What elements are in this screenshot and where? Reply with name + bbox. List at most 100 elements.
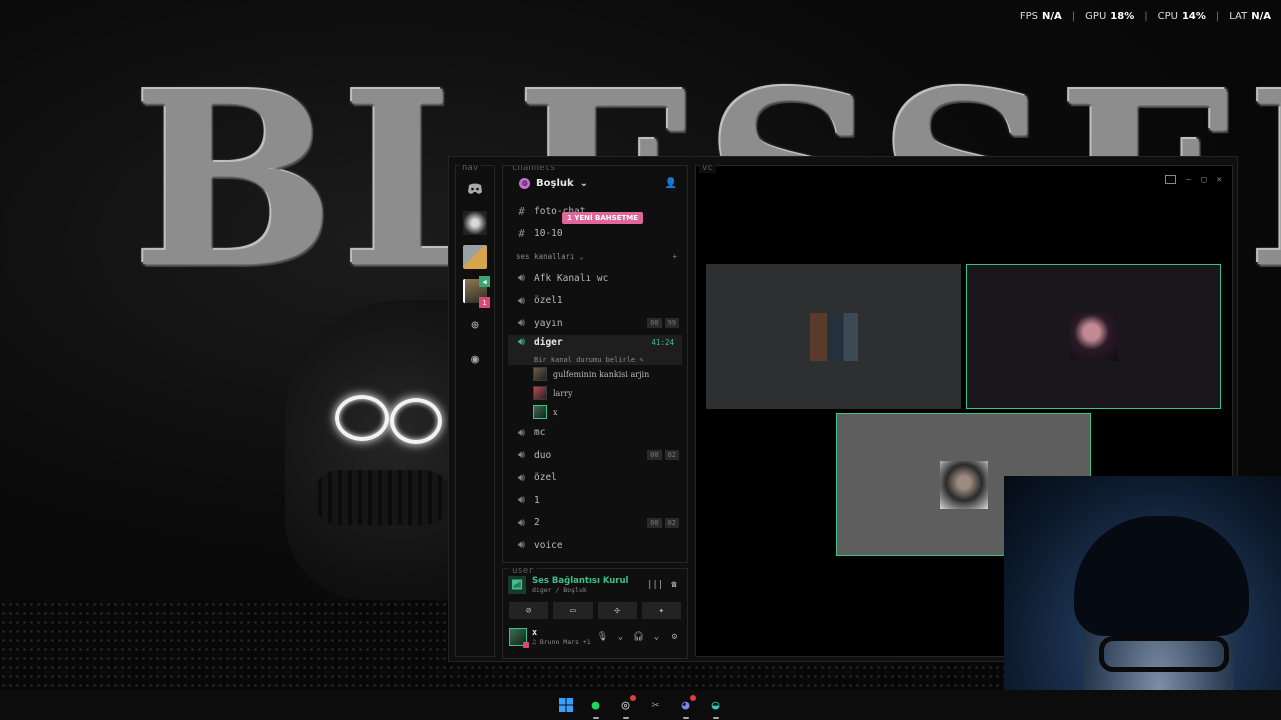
- vc-frame-label: vc: [699, 163, 716, 173]
- speaker-icon: 🔊︎: [518, 425, 525, 439]
- screen-share-button[interactable]: ▭: [553, 602, 593, 619]
- headphones-icon[interactable]: 🎧︎: [632, 632, 645, 642]
- popout-icon[interactable]: [1164, 175, 1176, 184]
- server-icon-1[interactable]: [462, 210, 488, 236]
- channel-name: yayın: [534, 317, 563, 329]
- voice-channel-ozel1[interactable]: 🔊︎ özel1: [503, 290, 687, 313]
- voice-channel-2[interactable]: 🔊︎ 2 00 02: [503, 512, 687, 535]
- voice-user[interactable]: gulfeminin kankisi arjin: [503, 365, 687, 384]
- close-icon[interactable]: ✕: [1217, 175, 1222, 185]
- voice-channel-duo[interactable]: 🔊︎ duo 00 02: [503, 444, 687, 467]
- category-ses-kanallari[interactable]: ses kanalları ⌄ +: [503, 245, 687, 267]
- connection-subtitle: diger / Boşluk: [532, 586, 587, 594]
- add-server-icon[interactable]: ⊕: [462, 312, 488, 338]
- webcam-hair: [1074, 516, 1249, 636]
- fps-stat: FPS N/A: [1020, 11, 1062, 22]
- chevron-down-icon: ⌄: [579, 177, 589, 189]
- participant-tile-speaking[interactable]: [966, 264, 1221, 409]
- speaker-icon: 🔊︎: [518, 271, 525, 285]
- voice-channel-mc[interactable]: 🔊︎ mc: [503, 422, 687, 445]
- explore-icon[interactable]: ◉: [462, 346, 488, 372]
- connection-title[interactable]: Ses Bağlantısı Kurul: [532, 576, 641, 586]
- disconnect-icon[interactable]: ☎: [667, 580, 681, 590]
- fps-label: FPS: [1019, 11, 1039, 22]
- speaker-icon: 🔊︎: [518, 538, 525, 552]
- chevron-down-icon[interactable]: ⌄: [650, 632, 663, 642]
- obs-icon[interactable]: ◎: [615, 694, 637, 719]
- camera-off-button[interactable]: ⊘: [509, 602, 549, 619]
- voice-user[interactable]: x: [503, 403, 687, 422]
- stat-divider: |: [1144, 11, 1148, 22]
- discord-taskbar-icon[interactable]: ◕: [675, 694, 697, 719]
- server-avatar-icon: ◍: [519, 177, 530, 189]
- spotify-icon[interactable]: ●: [585, 694, 607, 719]
- cpu-value: 14%: [1181, 11, 1206, 22]
- gpu-label: GPU: [1085, 11, 1107, 22]
- voice-user[interactable]: larry: [503, 384, 687, 403]
- notification-dot: [689, 695, 696, 701]
- windows-start-icon[interactable]: [555, 694, 577, 716]
- microphone-icon[interactable]: 🎙︎: [596, 632, 609, 642]
- current-user: x ♫ Bruno Mars +1 🎙︎ ⌄ 🎧︎ ⌄ ⚙: [503, 623, 687, 651]
- soundboard-button[interactable]: ✦: [641, 602, 681, 619]
- server-icon-bosluk[interactable]: ◀ 1: [462, 276, 490, 308]
- voice-channel-ozel[interactable]: 🔊︎ özel: [503, 467, 687, 490]
- signal-icon[interactable]: 📶︎: [508, 576, 526, 594]
- user-count-badge: 00 02: [647, 450, 679, 461]
- channel-name: Afk Kanalı wc: [534, 272, 609, 284]
- voice-channel-diger-active[interactable]: 🔊︎ diger 41:24 Bir kanal durumu belirle ✎: [508, 334, 682, 365]
- speaker-active-icon: 🔊︎: [518, 335, 525, 348]
- voice-channel-afk[interactable]: 🔊︎ Afk Kanalı wc: [503, 267, 687, 290]
- user-avatar: [533, 386, 547, 400]
- server-name: Boşluk: [536, 177, 574, 189]
- lat-value: N/A: [1251, 11, 1271, 22]
- channel-10-10[interactable]: #10-10: [503, 223, 687, 246]
- maximize-icon[interactable]: ▢: [1201, 175, 1206, 185]
- server-icon-2[interactable]: [462, 244, 488, 270]
- user-count-badge: 00 02: [647, 517, 679, 528]
- activities-button[interactable]: ✣: [597, 602, 637, 619]
- call-timer: 41:24: [651, 337, 674, 347]
- speaker-icon: 🔊︎: [518, 493, 525, 507]
- channel-name: diger: [534, 336, 563, 348]
- category-name: ses kanalları ⌄: [516, 251, 584, 261]
- voice-channel-yayin[interactable]: 🔊︎ yayın 00 99: [503, 312, 687, 335]
- car-grille: [312, 470, 452, 525]
- chevron-down-icon[interactable]: ⌄: [614, 632, 627, 642]
- participant-avatar: [1069, 312, 1118, 361]
- noise-suppression-icon[interactable]: |||: [647, 580, 663, 590]
- discord-home-icon[interactable]: [462, 176, 488, 202]
- fps-value: N/A: [1042, 11, 1062, 22]
- speaker-icon: 🔊︎: [518, 470, 525, 484]
- user-avatar[interactable]: [509, 628, 529, 648]
- snipping-tool-icon[interactable]: ✂: [645, 694, 667, 716]
- gpu-stat: GPU 18%: [1085, 11, 1134, 22]
- voice-channel-1[interactable]: 🔊︎ 1: [503, 489, 687, 512]
- user-panel: user 📶︎ Ses Bağlantısı Kurul diger / Boş…: [502, 566, 688, 659]
- add-member-icon[interactable]: 👤: [665, 178, 677, 189]
- channel-status-prompt[interactable]: Bir kanal durumu belirle ✎: [516, 356, 674, 364]
- new-mention-banner[interactable]: 1 YENİ BAHSETME: [562, 212, 644, 224]
- window-controls: — ▢ ✕: [1164, 175, 1222, 185]
- voice-actions: ⊘ ▭ ✣ ✦: [503, 596, 687, 623]
- minimize-icon[interactable]: —: [1186, 175, 1191, 185]
- speaker-icon: 🔊︎: [518, 316, 525, 330]
- stat-divider: |: [1215, 11, 1220, 22]
- car-headlight-left: [335, 395, 389, 441]
- car-headlight-right: [390, 398, 442, 444]
- voice-badge: ◀: [479, 276, 490, 287]
- nav-frame-label: nav: [459, 163, 482, 173]
- speaker-icon: 🔊︎: [518, 448, 525, 462]
- channel-name: özel1: [534, 295, 563, 307]
- username: x: [532, 628, 538, 638]
- participant-tile[interactable]: [706, 264, 961, 409]
- edge-icon[interactable]: ◒: [705, 694, 727, 719]
- taskbar: ● ◎ ✂ ◕ ◒: [0, 690, 1281, 720]
- webcam-overlay: [1004, 476, 1281, 720]
- channel-name: 2: [534, 517, 540, 529]
- stat-divider: |: [1071, 11, 1076, 22]
- voice-user-name: larry: [553, 388, 573, 398]
- voice-channel-voice[interactable]: 🔊︎ voice: [503, 534, 687, 557]
- add-channel-icon[interactable]: +: [672, 252, 677, 261]
- settings-gear-icon[interactable]: ⚙: [668, 632, 681, 642]
